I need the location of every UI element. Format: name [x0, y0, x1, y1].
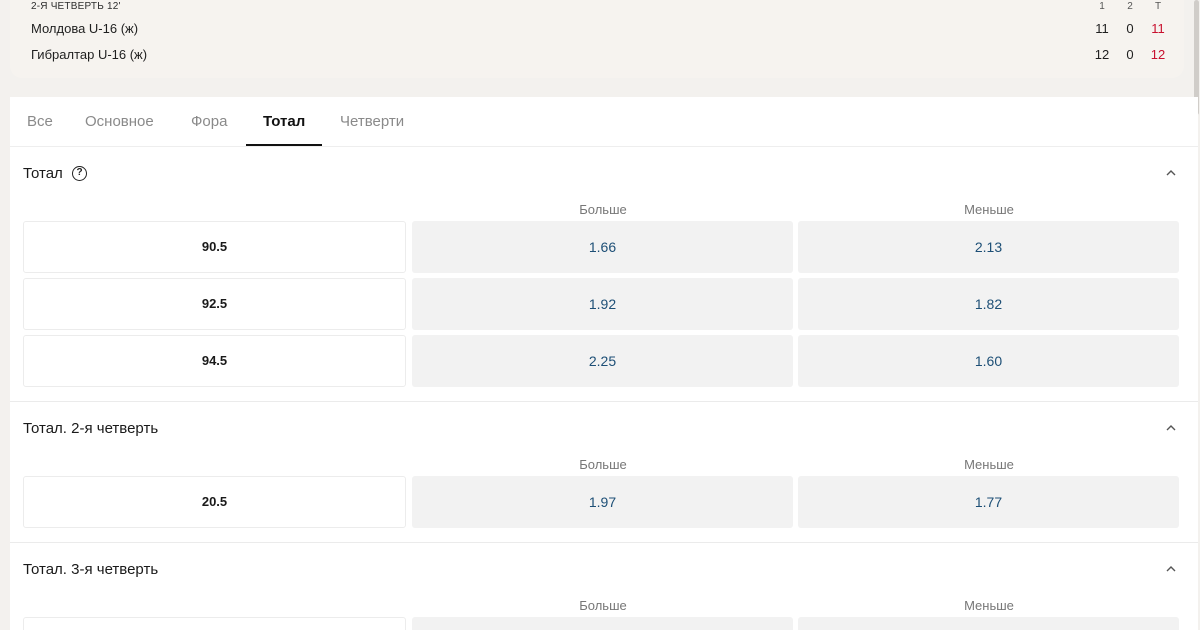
active-tab-indicator: [246, 144, 322, 146]
section-divider: [10, 542, 1198, 543]
period-label: 2-Я ЧЕТВЕРТЬ 12': [31, 1, 121, 12]
markets-panel: Все Основное Фора Тотал Четверти Тотал ?…: [10, 97, 1198, 630]
score-header-total: Т: [1154, 1, 1162, 12]
column-label-under: Меньше: [964, 457, 1014, 472]
odd-under-button[interactable]: [798, 617, 1179, 630]
section-title-total-q2: Тотал. 2-я четверть: [23, 420, 159, 437]
odd-over-button[interactable]: 1.66: [412, 221, 793, 273]
score-away-q1: 12: [1094, 47, 1110, 62]
team-name-home: Молдова U-16 (ж): [31, 21, 139, 36]
score-header-2: 2: [1127, 1, 1133, 12]
score-away-total: 12: [1150, 47, 1166, 62]
score-away-q2: 0: [1126, 47, 1134, 62]
score-home-q2: 0: [1126, 21, 1134, 36]
total-line-cell: 20.5: [23, 476, 406, 528]
chevron-up-icon[interactable]: [1166, 564, 1176, 574]
score-home-q1: 11: [1095, 21, 1109, 36]
total-line-cell: 90.5: [23, 221, 406, 273]
column-label-over: Больше: [579, 598, 627, 613]
column-label-over: Больше: [579, 202, 627, 217]
tab-quarters[interactable]: Четверти: [340, 113, 404, 130]
odd-under-button[interactable]: 2.13: [798, 221, 1179, 273]
column-label-under: Меньше: [964, 598, 1014, 613]
scoreboard-card: [10, 0, 1184, 78]
odd-under-button[interactable]: 1.82: [798, 278, 1179, 330]
odd-over-button[interactable]: 1.97: [412, 476, 793, 528]
section-title-total-q3: Тотал. 3-я четверть: [23, 561, 159, 578]
odd-over-button[interactable]: [412, 617, 793, 630]
odd-over-button[interactable]: 2.25: [412, 335, 793, 387]
tab-all[interactable]: Все: [27, 113, 53, 130]
chevron-up-icon[interactable]: [1166, 168, 1176, 178]
odd-under-button[interactable]: 1.60: [798, 335, 1179, 387]
tab-total[interactable]: Тотал: [263, 113, 305, 130]
total-line-cell: 94.5: [23, 335, 406, 387]
odd-over-button[interactable]: 1.92: [412, 278, 793, 330]
score-header-1: 1: [1099, 1, 1105, 12]
column-label-over: Больше: [579, 457, 627, 472]
score-home-total: 11: [1151, 21, 1165, 36]
column-label-under: Меньше: [964, 202, 1014, 217]
team-name-away: Гибралтар U-16 (ж): [31, 47, 148, 62]
section-divider: [10, 401, 1198, 402]
odd-under-button[interactable]: 1.77: [798, 476, 1179, 528]
tab-handicap[interactable]: Фора: [191, 113, 227, 130]
market-tabs: Все Основное Фора Тотал Четверти: [10, 97, 1198, 147]
section-title-total: Тотал: [23, 165, 63, 182]
question-icon[interactable]: ?: [72, 166, 87, 181]
total-line-cell: 92.5: [23, 278, 406, 330]
tab-main[interactable]: Основное: [85, 113, 154, 130]
total-line-cell: [23, 617, 406, 630]
chevron-up-icon[interactable]: [1166, 423, 1176, 433]
